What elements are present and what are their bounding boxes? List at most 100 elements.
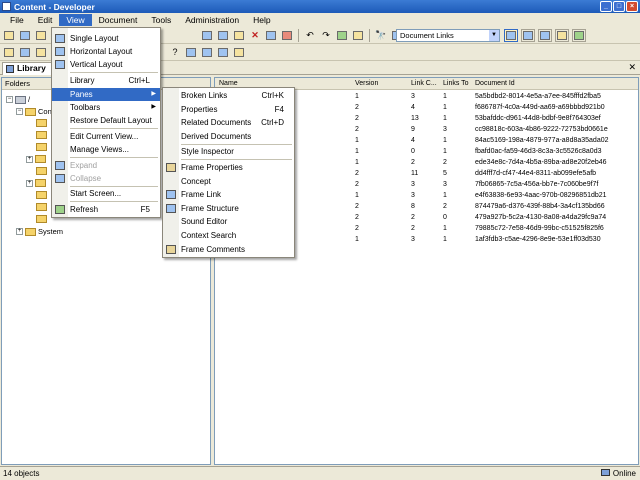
tree-node-folder[interactable] (36, 143, 47, 151)
delete-icon[interactable]: ✕ (248, 29, 262, 42)
submenu-arrow-icon: ▶ (151, 91, 156, 97)
redo-icon[interactable]: ↷ (319, 29, 333, 42)
expand-icon[interactable]: + (16, 228, 23, 235)
layout-horizontal-icon[interactable] (521, 29, 535, 42)
tree-node-label: System (38, 227, 64, 236)
cell-version: 2 (355, 115, 359, 122)
expand-icon[interactable]: + (26, 179, 33, 187)
cell-link-count: 11 (411, 170, 419, 177)
menu-tools[interactable]: Tools (144, 14, 178, 26)
cell-link-count: 4 (411, 137, 415, 144)
menu-file[interactable]: File (3, 14, 31, 26)
menu-help[interactable]: Help (246, 14, 277, 26)
save-icon[interactable] (18, 29, 32, 42)
menu-item-panes[interactable]: Panes ▶ (52, 88, 160, 101)
menu-item-toolbars[interactable]: Toolbars ▶ (52, 101, 160, 114)
tree-node-folder[interactable] (36, 215, 47, 223)
column-header-link-count[interactable]: Link C... (411, 80, 437, 87)
tree-node-system[interactable]: + System (16, 227, 63, 236)
cell-links-to: 2 (443, 159, 447, 166)
menu-item-concept[interactable]: Concept (163, 175, 294, 188)
menu-item-start-screen[interactable]: Start Screen... (52, 187, 160, 200)
layout-vertical-icon[interactable] (538, 29, 552, 42)
menu-item-properties[interactable]: Properties F4 (163, 103, 294, 116)
menu-edit[interactable]: Edit (31, 14, 60, 26)
chevron-down-icon[interactable]: ▼ (489, 30, 499, 41)
menu-item-manage-views[interactable]: Manage Views... (52, 143, 160, 156)
preview-icon[interactable] (280, 29, 294, 42)
close-pane-icon[interactable]: ✕ (628, 62, 636, 73)
menu-item-broken-links[interactable]: Broken Links Ctrl+K (163, 89, 294, 102)
tree-node-folder[interactable] (36, 203, 47, 211)
new-document-icon[interactable] (34, 29, 48, 42)
tree-node-root[interactable]: − / (6, 95, 30, 104)
tree-node-folder[interactable] (36, 119, 47, 127)
copy-icon[interactable] (216, 29, 230, 42)
check-out-icon[interactable] (351, 29, 365, 42)
expand-icon[interactable]: + (26, 155, 33, 163)
pane-selector-combo[interactable]: Document Links ▼ (396, 29, 500, 42)
menu-item-frame-comments[interactable]: Frame Comments (163, 243, 294, 256)
move-up-icon[interactable] (200, 46, 214, 59)
maximize-button[interactable]: □ (613, 1, 625, 12)
network-icon (600, 469, 610, 476)
menu-administration[interactable]: Administration (178, 14, 246, 26)
menu-item-frame-properties[interactable]: Frame Properties (163, 161, 294, 174)
cell-links-to: 1 (443, 148, 447, 155)
column-header-links-to[interactable]: Links To (443, 80, 469, 87)
cut-icon[interactable] (200, 29, 214, 42)
menu-item-single-layout[interactable]: Single Layout (52, 32, 160, 45)
move-down-icon[interactable] (216, 46, 230, 59)
import-icon[interactable] (18, 46, 32, 59)
tree-node-folder[interactable] (36, 191, 47, 199)
menu-item-refresh[interactable]: Refresh F5 (52, 203, 160, 216)
toolbar-separator (298, 28, 299, 42)
tree-node-content[interactable]: − Con (16, 107, 52, 116)
print-icon[interactable] (264, 29, 278, 42)
link-icon[interactable] (184, 46, 198, 59)
column-header-document-id[interactable]: Document Id (475, 80, 515, 87)
cell-document-id: 7fb06865-7c5a-456a-bb7e-7c060be9f7f (475, 181, 599, 188)
layout-single-icon[interactable] (504, 29, 518, 42)
close-window-button[interactable]: × (626, 1, 638, 12)
menu-item-frame-link[interactable]: Frame Link (163, 188, 294, 201)
find-icon[interactable]: 🔭 (374, 29, 388, 42)
cell-link-count: 2 (411, 214, 415, 221)
menu-item-style-inspector[interactable]: Style Inspector (163, 145, 294, 158)
properties-icon[interactable] (232, 46, 246, 59)
refresh-icon[interactable] (572, 29, 586, 42)
tab-library-label: Library (17, 63, 46, 73)
menu-item-context-search[interactable]: Context Search (163, 229, 294, 242)
paste-icon[interactable] (232, 29, 246, 42)
collapse-icon[interactable]: − (6, 96, 13, 103)
menu-item-frame-structure[interactable]: Frame Structure (163, 202, 294, 215)
menu-item-derived-documents[interactable]: Derived Documents (163, 130, 294, 143)
export-icon[interactable] (34, 46, 48, 59)
menu-item-edit-current-view[interactable]: Edit Current View... (52, 130, 160, 143)
tree-node-folder[interactable] (36, 131, 47, 139)
folder-icon (25, 107, 36, 116)
check-in-icon[interactable] (335, 29, 349, 42)
menu-item-restore-default-layout[interactable]: Restore Default Layout (52, 114, 160, 127)
start-screen-icon[interactable] (555, 29, 569, 42)
column-header-name[interactable]: Name (219, 80, 238, 87)
tree-node-folder[interactable] (36, 167, 47, 175)
tree-node-folder[interactable]: + (26, 155, 46, 163)
menu-item-vertical-layout[interactable]: Vertical Layout (52, 58, 160, 71)
column-header-version[interactable]: Version (355, 80, 378, 87)
menu-item-library[interactable]: Library Ctrl+L (52, 74, 160, 87)
undo-icon[interactable]: ↶ (303, 29, 317, 42)
cell-links-to: 5 (443, 170, 447, 177)
menu-item-label: Derived Documents (181, 132, 252, 141)
menu-item-related-documents[interactable]: Related Documents Ctrl+D (163, 116, 294, 129)
menu-item-horizontal-layout[interactable]: Horizontal Layout (52, 45, 160, 58)
open-folder-icon[interactable] (2, 29, 16, 42)
menu-item-sound-editor[interactable]: Sound Editor (163, 215, 294, 228)
tree-node-folder[interactable]: + (26, 179, 46, 187)
minimize-button[interactable]: _ (600, 1, 612, 12)
new-item-icon[interactable] (2, 46, 16, 59)
context-help-icon[interactable]: ? (168, 46, 182, 59)
collapse-icon[interactable]: − (16, 108, 23, 115)
menu-document[interactable]: Document (92, 14, 145, 26)
menu-view[interactable]: View (59, 14, 92, 26)
